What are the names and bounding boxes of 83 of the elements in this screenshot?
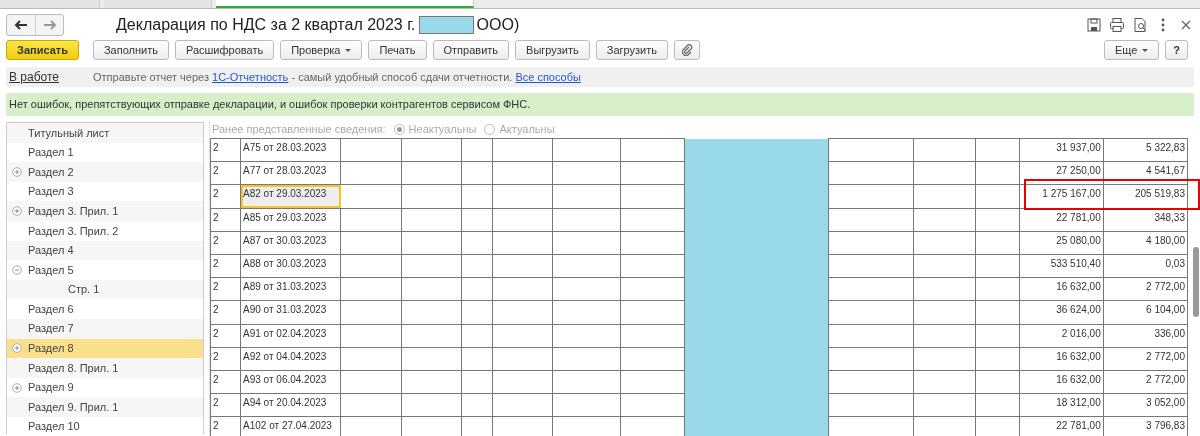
table-cell: 2 772,00 bbox=[1103, 347, 1188, 371]
check-message: Нет ошибок, препятствующих отправке декларации, и ошибок проверки контрагентов сервисом ФНС. bbox=[9, 97, 531, 113]
toolbar-button[interactable]: Заполнить bbox=[92, 40, 169, 60]
tree-item[interactable]: Раздел 8 bbox=[7, 338, 203, 359]
table-cell: 0,03 bbox=[1103, 254, 1188, 278]
table-cell[interactable]: А94 от 20.04.2023 bbox=[240, 393, 341, 417]
table-cell: 2 bbox=[210, 208, 241, 232]
table-cell: 4 180,00 bbox=[1103, 231, 1188, 255]
table-cell: 2 772,00 bbox=[1103, 370, 1188, 394]
tree-item[interactable]: Раздел 3. Прил. 1 bbox=[7, 201, 203, 221]
tree-item[interactable]: Раздел 3 bbox=[7, 181, 203, 202]
table-cell: 348,33 bbox=[1103, 208, 1188, 232]
tree-item[interactable]: Титульный лист bbox=[7, 123, 203, 143]
table-cell: 36 624,00 bbox=[1019, 300, 1104, 324]
table-cell: 2 772,00 bbox=[1103, 277, 1188, 301]
table-cell: 2 bbox=[210, 324, 241, 348]
table-cell[interactable]: А102 от 27.04.2023 bbox=[240, 416, 341, 436]
table-cell: 2 bbox=[210, 184, 241, 209]
window-title: ООО) bbox=[476, 15, 520, 35]
table-cell: 2 bbox=[210, 254, 241, 278]
table-cell: 2 bbox=[210, 393, 241, 417]
table-cell: 336,00 bbox=[1103, 324, 1188, 348]
dropdown-button[interactable]: Проверка bbox=[280, 40, 363, 60]
table-cell: 25 080,00 bbox=[1019, 231, 1104, 255]
table-cell[interactable]: А88 от 30.03.2023 bbox=[240, 254, 341, 278]
table-cell: 2 bbox=[210, 300, 241, 324]
tree-item[interactable]: Раздел 8. Прил. 1 bbox=[7, 358, 203, 378]
link[interactable]: Все способы bbox=[515, 70, 581, 83]
table-cell[interactable]: А92 от 04.04.2023 bbox=[240, 347, 341, 371]
table-cell: 2 bbox=[210, 416, 241, 436]
table-cell: 31 937,00 bbox=[1019, 138, 1104, 162]
help-button[interactable]: ? bbox=[1165, 40, 1188, 60]
table-cell: 27 250,00 bbox=[1019, 161, 1104, 185]
table-cell[interactable]: А93 от 06.04.2023 bbox=[240, 370, 341, 394]
table-cell: 3 052,00 bbox=[1103, 393, 1188, 417]
toolbar-button[interactable]: Выгрузить bbox=[515, 40, 590, 60]
status-link[interactable]: В работе bbox=[9, 68, 59, 86]
table-cell[interactable]: А90 от 31.03.2023 bbox=[240, 300, 341, 324]
toolbar-button[interactable]: Отправить bbox=[432, 40, 510, 60]
radio-option: Неактуальны bbox=[389, 121, 477, 138]
table-cell[interactable]: А91 от 02.04.2023 bbox=[240, 324, 341, 348]
table-cell: 2 bbox=[210, 138, 241, 162]
tree-item[interactable]: Раздел 3. Прил. 2 bbox=[7, 220, 203, 241]
table-cell: 5 322,83 bbox=[1103, 138, 1188, 162]
table-cell: 2 bbox=[210, 347, 241, 371]
tree-item[interactable]: Раздел 5 bbox=[7, 260, 203, 280]
table-cell: 2 bbox=[210, 161, 241, 185]
save-button[interactable]: Записать bbox=[6, 40, 79, 60]
toolbar-button[interactable]: Печать bbox=[368, 40, 427, 60]
table-cell: 16 632,00 bbox=[1019, 347, 1104, 371]
tree-item[interactable]: Стр. 1 bbox=[7, 279, 203, 300]
table-cell: 2 bbox=[210, 370, 241, 394]
field-label: Ранее представленные сведения: bbox=[212, 122, 386, 138]
tree-item[interactable]: Раздел 2 bbox=[7, 162, 203, 182]
dropdown-button[interactable]: Еще bbox=[1103, 40, 1160, 60]
table-cell: 4 541,67 bbox=[1103, 161, 1188, 185]
table-cell: 2 016,00 bbox=[1019, 324, 1104, 348]
info-text: Отправьте отчет через 1С-Отчетность - самый удобный способ сдачи отчетности. Все способы bbox=[93, 69, 581, 85]
table-cell: 18 312,00 bbox=[1019, 393, 1104, 417]
table-cell: 22 781,00 bbox=[1019, 208, 1104, 232]
tree-item[interactable]: Раздел 7 bbox=[7, 318, 203, 339]
table-cell[interactable]: А77 от 28.03.2023 bbox=[240, 161, 341, 185]
table-cell[interactable]: А87 от 30.03.2023 bbox=[240, 231, 341, 255]
link[interactable]: 1С-Отчетность bbox=[212, 70, 289, 83]
table-cell[interactable]: А89 от 31.03.2023 bbox=[240, 277, 341, 301]
tree-item[interactable]: Раздел 10 bbox=[7, 416, 203, 436]
tree-item[interactable]: Раздел 6 bbox=[7, 299, 203, 319]
tree-item[interactable]: Раздел 1 bbox=[7, 142, 203, 163]
tree-item[interactable]: Раздел 9 bbox=[7, 377, 203, 398]
window-title: Декларация по НДС за 2 квартал 2023 г. bbox=[116, 15, 416, 35]
tree-item[interactable]: Раздел 4 bbox=[7, 240, 203, 261]
table-cell: 533 510,40 bbox=[1019, 254, 1104, 278]
table-cell[interactable]: А75 от 28.03.2023 bbox=[240, 138, 341, 162]
table-cell: 16 632,00 bbox=[1019, 370, 1104, 394]
table-cell: 16 632,00 bbox=[1019, 277, 1104, 301]
table-cell: 2 bbox=[210, 231, 241, 255]
toolbar-button[interactable]: Расшифровать bbox=[174, 40, 275, 60]
table-cell[interactable]: А85 от 29.03.2023 bbox=[240, 208, 341, 232]
tree-item[interactable]: Раздел 9. Прил. 1 bbox=[7, 397, 203, 417]
table-cell: 6 104,00 bbox=[1103, 300, 1188, 324]
table-cell: 2 bbox=[210, 277, 241, 301]
radio-option: Актуальны bbox=[480, 121, 555, 138]
toolbar-button[interactable]: Загрузить bbox=[595, 40, 668, 60]
